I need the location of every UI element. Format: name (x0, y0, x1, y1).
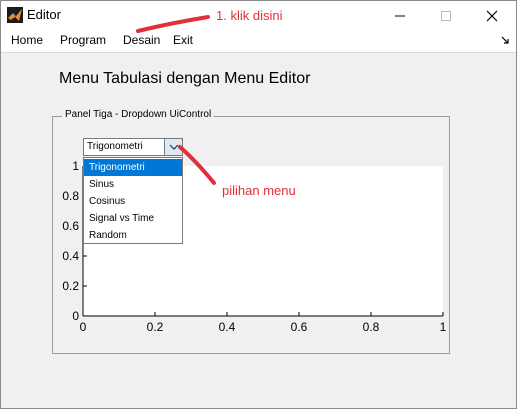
annotation-layer (136, 15, 216, 185)
annotation-stroke-step1 (136, 15, 210, 33)
annotation-stroke-menu (178, 145, 216, 185)
editor-window: Editor 1. klik disini Home Program Desai… (0, 0, 517, 409)
